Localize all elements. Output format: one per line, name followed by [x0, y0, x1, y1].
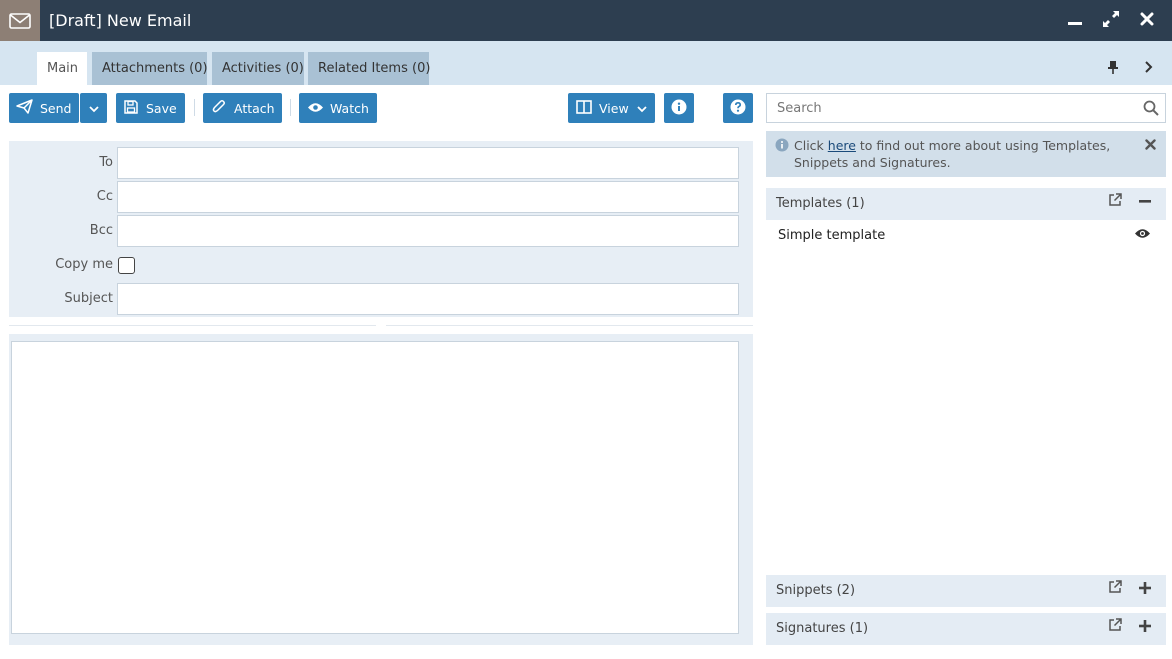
template-name: Simple template [778, 228, 886, 243]
expand-signatures-button[interactable] [1134, 613, 1156, 645]
cc-field[interactable] [117, 181, 739, 213]
help-button[interactable] [723, 93, 753, 123]
templates-title: Templates (1) [776, 196, 865, 211]
open-templates-button[interactable] [1104, 188, 1126, 220]
copy-me-checkbox[interactable] [118, 257, 135, 274]
pin-button[interactable] [1101, 54, 1125, 82]
toolbar-separator [290, 99, 291, 116]
eye-icon [307, 101, 324, 116]
attach-button[interactable]: Attach [203, 93, 282, 123]
save-label: Save [146, 100, 177, 116]
snippets-section-header[interactable]: Snippets (2) [766, 575, 1166, 607]
templates-section-header[interactable]: Templates (1) [766, 188, 1166, 220]
bcc-label: Bcc [89, 223, 113, 238]
maximize-button[interactable] [1093, 0, 1129, 41]
open-snippets-button[interactable] [1104, 575, 1126, 607]
tab-activities[interactable]: Activities (0) [212, 52, 304, 85]
subject-label: Subject [64, 291, 113, 306]
plus-icon [1139, 575, 1151, 607]
email-header-form: To Cc Bcc Copy me Subject [9, 141, 753, 317]
close-window-button[interactable] [1129, 0, 1165, 41]
bcc-field[interactable] [117, 215, 739, 247]
chevron-right-icon [1144, 60, 1154, 77]
send-button[interactable]: Send [9, 93, 79, 123]
info-icon [671, 99, 687, 118]
info-button[interactable] [664, 93, 694, 123]
open-signatures-button[interactable] [1104, 613, 1126, 645]
columns-icon [576, 99, 592, 117]
tab-bar: Main Attachments (0) Activities (0) Rela… [0, 41, 1172, 85]
dismiss-info-button[interactable] [1142, 137, 1158, 153]
view-dropdown-button[interactable]: View [568, 93, 655, 123]
tab-related-items[interactable]: Related Items (0) [308, 52, 430, 85]
next-tab-button[interactable] [1137, 54, 1161, 82]
window-title: [Draft] New Email [49, 11, 192, 30]
collapse-templates-button[interactable] [1134, 188, 1156, 220]
signatures-section-header[interactable]: Signatures (1) [766, 613, 1166, 645]
external-link-icon [1108, 613, 1122, 645]
close-icon [1144, 137, 1156, 154]
search-icon[interactable] [1141, 98, 1161, 118]
watch-button[interactable]: Watch [299, 93, 377, 123]
copy-me-label: Copy me [55, 257, 113, 272]
toolbar-separator [194, 99, 195, 116]
question-icon [730, 99, 746, 118]
external-link-icon [1108, 188, 1122, 220]
expand-snippets-button[interactable] [1134, 575, 1156, 607]
send-options-dropdown[interactable] [80, 93, 107, 123]
minimize-button[interactable] [1057, 0, 1093, 41]
window-titlebar: [Draft] New Email [0, 0, 1172, 41]
preview-template-button[interactable] [1132, 228, 1152, 244]
to-label: To [99, 155, 113, 170]
info-banner: Click here to find out more about using … [766, 131, 1166, 177]
chevron-down-icon [88, 101, 99, 116]
envelope-icon [0, 0, 40, 41]
template-item[interactable]: Simple template [766, 222, 1166, 250]
splitter-line [9, 325, 376, 326]
close-icon [1140, 12, 1154, 29]
to-field[interactable] [117, 147, 739, 179]
watch-label: Watch [330, 100, 369, 116]
cc-label: Cc [96, 189, 113, 204]
eye-icon [1134, 222, 1151, 250]
minus-icon [1139, 188, 1151, 220]
expand-icon [1102, 10, 1120, 31]
snippets-title: Snippets (2) [776, 583, 856, 598]
save-button[interactable]: Save [116, 93, 185, 123]
view-label: View [599, 100, 629, 116]
email-body-panel [9, 334, 753, 645]
subject-field[interactable] [117, 283, 739, 315]
info-circle-icon [775, 138, 789, 156]
signatures-title: Signatures (1) [776, 621, 869, 636]
splitter-line [386, 325, 753, 326]
chevron-down-icon [637, 101, 647, 116]
minimize-icon [1067, 11, 1083, 30]
floppy-disk-icon [124, 99, 138, 117]
info-prefix: Click [794, 138, 828, 153]
external-link-icon [1108, 575, 1122, 607]
attach-label: Attach [234, 100, 275, 116]
email-body-editor[interactable] [11, 341, 739, 634]
pin-icon [1107, 60, 1119, 77]
tab-main[interactable]: Main [37, 52, 87, 85]
paper-plane-icon [16, 99, 33, 117]
plus-icon [1139, 613, 1151, 645]
tab-attachments[interactable]: Attachments (0) [92, 52, 208, 85]
search-input[interactable] [766, 93, 1166, 123]
info-message: Click here to find out more about using … [794, 137, 1114, 171]
help-link[interactable]: here [828, 138, 856, 153]
send-label: Send [40, 100, 72, 116]
paperclip-icon [212, 99, 226, 117]
